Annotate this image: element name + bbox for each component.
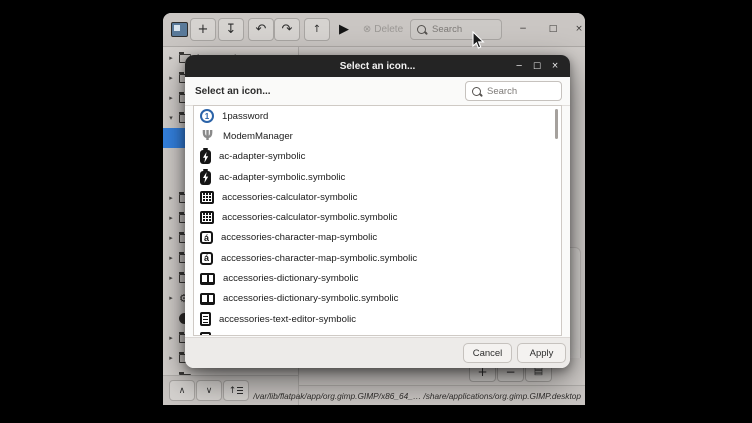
toolbar-search-box[interactable] xyxy=(410,19,502,40)
list-item-label: 1password xyxy=(222,111,268,122)
cancel-button[interactable]: Cancel xyxy=(463,343,512,363)
select-icon-dialog: Select an icon... − □ × Select an icon..… xyxy=(185,55,570,368)
list-item-label: ac-adapter-symbolic.symbolic xyxy=(219,172,345,183)
list-item-label: accessories-text-editor-symbolic xyxy=(219,314,356,325)
expander-icon[interactable]: ▸ xyxy=(167,234,175,242)
dialog-search-box[interactable] xyxy=(465,81,562,101)
charmap-glyph: á xyxy=(204,233,209,243)
new-item-button[interactable]: + xyxy=(190,18,216,41)
run-button[interactable]: ▶ xyxy=(331,18,357,41)
calculator-icon xyxy=(200,211,214,224)
screen: + ↧ ↶ ↷ ↑ ▶ ⊗ Delete − □ × ▸ Accessories xyxy=(0,0,752,423)
list-item-label: accessories-character-map-symbolic xyxy=(221,232,377,243)
list-item-label: ac-adapter-symbolic xyxy=(219,151,305,162)
book-icon xyxy=(200,273,215,285)
dialog-maximize-button[interactable]: □ xyxy=(530,59,544,73)
text-document-icon xyxy=(200,332,211,336)
dialog-header-label: Select an icon... xyxy=(195,77,271,105)
app-icon xyxy=(171,22,188,37)
save-button[interactable]: ↧ xyxy=(218,18,244,41)
list-item-1password[interactable]: 1 1password xyxy=(194,106,561,126)
character-map-icon: á xyxy=(200,231,213,244)
list-item-calculator[interactable]: accessories-calculator-symbolic xyxy=(194,187,561,207)
main-toolbar: + ↧ ↶ ↷ ↑ ▶ ⊗ Delete − □ × xyxy=(163,13,585,47)
sort-lines-icon xyxy=(237,387,243,394)
search-icon xyxy=(472,87,481,96)
mouse-cursor xyxy=(472,31,485,55)
list-item-label: accessories-calculator-symbolic xyxy=(222,192,357,203)
dialog-close-button[interactable]: × xyxy=(548,59,562,73)
list-item-character-map[interactable]: á accessories-character-map-symbolic xyxy=(194,228,561,248)
list-item-modemmanager[interactable]: Ψ ModemManager xyxy=(194,126,561,146)
battery-bolt-icon xyxy=(200,150,211,164)
dialog-titlebar[interactable]: Select an icon... − □ × xyxy=(185,55,570,77)
expander-icon[interactable]: ▸ xyxy=(167,194,175,202)
1password-icon: 1 xyxy=(200,109,214,123)
expander-icon[interactable]: ▸ xyxy=(167,334,175,342)
list-item-label: accessories-character-map-symbolic.symbo… xyxy=(221,253,417,264)
window-close-button[interactable]: × xyxy=(571,21,585,37)
undo-button[interactable]: ↶ xyxy=(248,18,274,41)
list-item-label: accessories-dictionary-symbolic.symbolic xyxy=(223,293,398,304)
sort-arrow-icon: ↑ xyxy=(229,386,237,396)
dialog-action-area: Cancel Apply xyxy=(185,337,570,368)
expander-icon[interactable]: ▸ xyxy=(167,254,175,262)
book-icon xyxy=(200,293,215,305)
delete-icon: ⊗ xyxy=(363,24,371,35)
list-item-character-map-symbolic[interactable]: á accessories-character-map-symbolic.sym… xyxy=(194,248,561,268)
window-minimize-button[interactable]: − xyxy=(515,21,531,37)
search-icon xyxy=(417,25,426,34)
list-scrollbar[interactable] xyxy=(555,109,558,139)
apply-button[interactable]: Apply xyxy=(517,343,566,363)
list-item-label: accessories-text-editor-symbolic.symboli… xyxy=(219,334,396,336)
calculator-icon xyxy=(200,191,214,204)
bolt-shape xyxy=(201,172,210,184)
list-item-calculator-symbolic[interactable]: accessories-calculator-symbolic.symbolic xyxy=(194,207,561,227)
expander-icon[interactable]: ▸ xyxy=(167,54,175,62)
expander-icon[interactable]: ▸ xyxy=(167,354,175,362)
expander-icon[interactable]: ▸ xyxy=(167,94,175,102)
character-map-icon: á xyxy=(200,252,213,265)
charmap-glyph: á xyxy=(204,253,209,263)
expander-icon[interactable]: ▾ xyxy=(167,114,175,122)
expander-icon[interactable]: ▸ xyxy=(167,294,175,302)
list-item-label: ModemManager xyxy=(223,131,293,142)
desktop-file-path: /var/lib/flatpak/app/org.gimp.GIMP/x86_6… xyxy=(253,391,581,401)
delete-button[interactable]: ⊗ Delete xyxy=(360,18,406,41)
move-up-button[interactable]: ∧ xyxy=(169,380,195,401)
expander-icon[interactable]: ▸ xyxy=(167,74,175,82)
delete-label: Delete xyxy=(374,24,403,35)
list-item-label: accessories-calculator-symbolic.symbolic xyxy=(222,212,397,223)
expander-icon[interactable]: ▸ xyxy=(167,274,175,282)
window-maximize-button[interactable]: □ xyxy=(545,21,561,37)
expander-icon[interactable]: ▸ xyxy=(167,214,175,222)
text-document-icon xyxy=(200,312,211,326)
list-item-ac-adapter-symbolic[interactable]: ac-adapter-symbolic.symbolic xyxy=(194,167,561,187)
list-item-dictionary[interactable]: accessories-dictionary-symbolic xyxy=(194,268,561,288)
sort-button[interactable]: ↑ xyxy=(223,380,249,401)
bolt-shape xyxy=(201,151,210,163)
1password-glyph: 1 xyxy=(205,112,209,121)
redo-button[interactable]: ↷ xyxy=(274,18,300,41)
list-item-text-editor-symbolic[interactable]: accessories-text-editor-symbolic.symboli… xyxy=(194,329,561,336)
battery-bolt-icon xyxy=(200,171,211,185)
list-item-label: accessories-dictionary-symbolic xyxy=(223,273,358,284)
dialog-search-input[interactable] xyxy=(485,85,555,98)
dialog-header: Select an icon... xyxy=(185,77,570,106)
list-item-ac-adapter[interactable]: ac-adapter-symbolic xyxy=(194,147,561,167)
list-item-dictionary-symbolic[interactable]: accessories-dictionary-symbolic.symbolic xyxy=(194,289,561,309)
statusbar: /var/lib/flatpak/app/org.gimp.GIMP/x86_6… xyxy=(299,385,585,405)
toolbar-search-input[interactable] xyxy=(430,23,495,36)
icon-list[interactable]: 1 1password Ψ ModemManager ac-adapter-sy… xyxy=(193,105,562,336)
dialog-minimize-button[interactable]: − xyxy=(512,59,526,73)
antenna-icon: Ψ xyxy=(200,129,215,144)
export-button[interactable]: ↑ xyxy=(304,18,330,41)
move-down-button[interactable]: ∨ xyxy=(196,380,222,401)
list-item-text-editor[interactable]: accessories-text-editor-symbolic xyxy=(194,309,561,329)
